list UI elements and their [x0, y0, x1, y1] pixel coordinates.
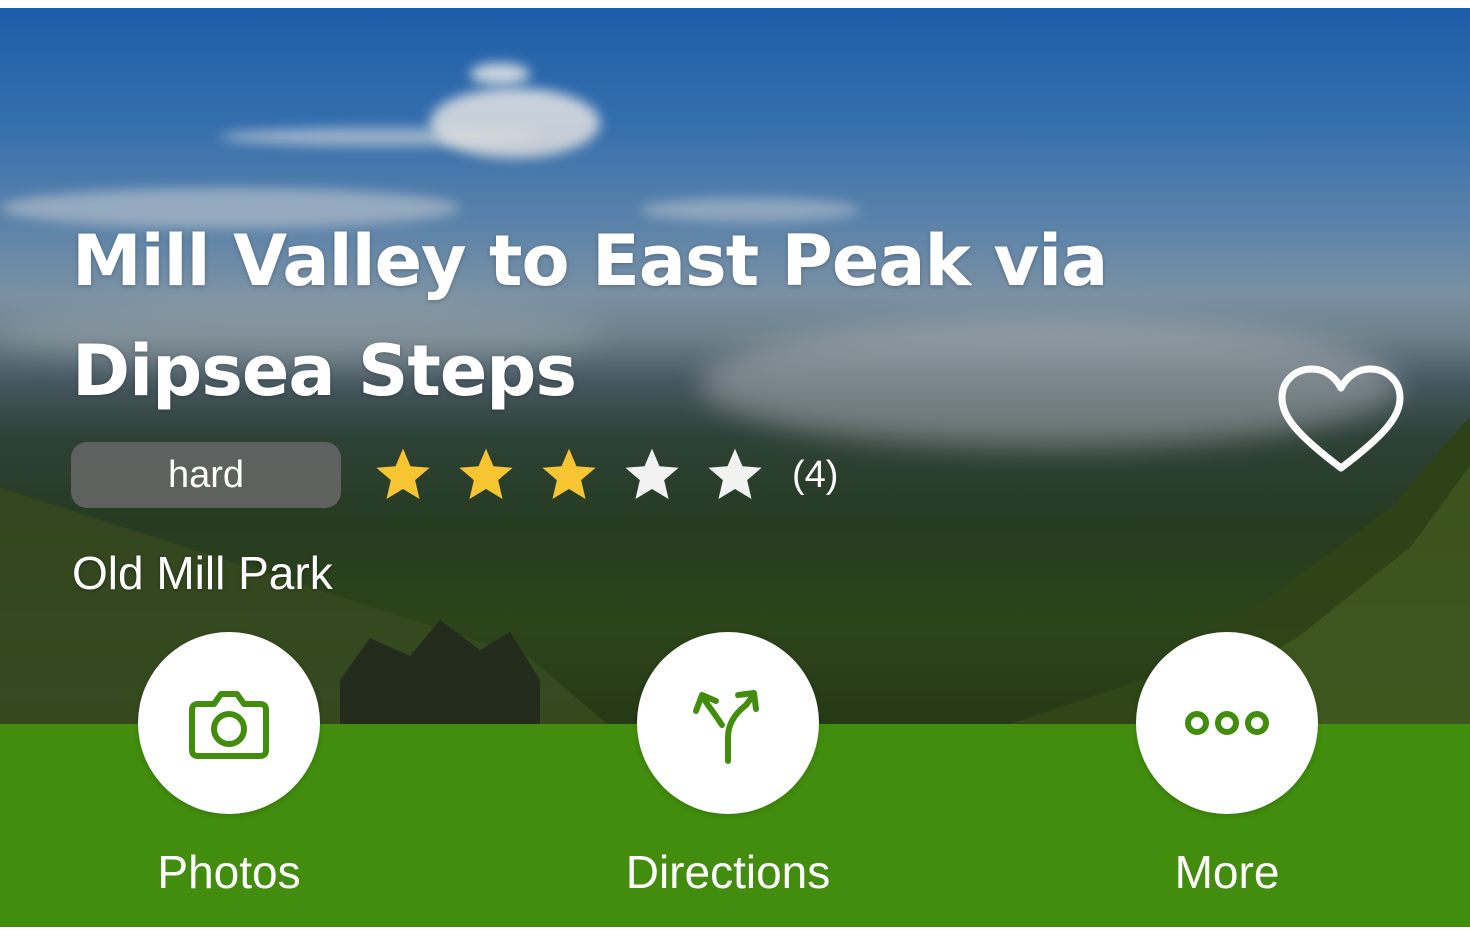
difficulty-badge: hard [71, 442, 341, 508]
directions-button-circle[interactable] [637, 632, 819, 814]
review-count[interactable]: (4) [792, 449, 838, 501]
star-rating [372, 440, 787, 510]
more-button-circle[interactable] [1136, 632, 1318, 814]
star-filled-icon [376, 448, 430, 500]
directions-button[interactable]: Directions [578, 632, 878, 902]
star-filled-icon [459, 448, 513, 500]
bottom-edge [0, 927, 1470, 931]
hero-image: Mill Valley to East Peak via Dipsea Step… [0, 8, 1470, 724]
more-label: More [1174, 846, 1280, 898]
star-filled-icon [542, 448, 596, 500]
heart-outline-icon [1278, 365, 1404, 472]
more-button[interactable]: More [1077, 632, 1377, 902]
photos-button[interactable]: Photos [79, 632, 379, 902]
trail-title: Mill Valley to East Peak via Dipsea Step… [72, 220, 1108, 412]
star-empty-icon [625, 448, 679, 500]
camera-icon [189, 691, 269, 759]
directions-fork-icon [693, 690, 759, 764]
star-empty-icon [708, 448, 762, 500]
directions-label: Directions [625, 846, 831, 898]
photos-label: Photos [157, 846, 301, 898]
trail-detail-screen: Mill Valley to East Peak via Dipsea Step… [0, 0, 1470, 931]
favorite-button[interactable] [1276, 364, 1406, 476]
ellipsis-icon [1185, 711, 1269, 735]
park-name[interactable]: Old Mill Park [72, 544, 333, 602]
photos-button-circle[interactable] [138, 632, 320, 814]
